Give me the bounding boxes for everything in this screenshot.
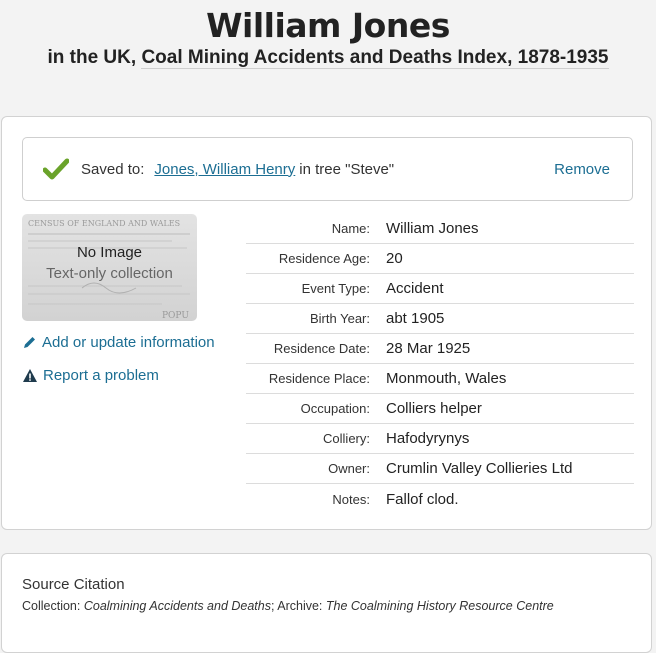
fact-label: Birth Year: xyxy=(310,311,370,326)
saved-tree-text: in tree "Steve" xyxy=(299,160,395,178)
report-problem-link[interactable]: Report a problem xyxy=(22,367,159,384)
fact-label: Owner: xyxy=(328,461,370,476)
source-citation-card: Source Citation Collection: Coalmining A… xyxy=(1,553,652,653)
fact-row-residence-date: Residence Date: 28 Mar 1925 xyxy=(246,334,634,364)
checkmark-icon xyxy=(43,158,69,180)
fact-row-notes: Notes: Fallof clod. xyxy=(246,484,634,514)
fact-value: Accident xyxy=(386,280,444,297)
text-only-label: Text-only collection xyxy=(46,265,173,282)
fact-value: abt 1905 xyxy=(386,310,445,327)
page-header: William Jones in the UK, Coal Mining Acc… xyxy=(0,0,656,70)
page-title: William Jones xyxy=(206,6,450,45)
archive-value: The Coalmining History Resource Centre xyxy=(325,599,554,613)
fact-row-event-type: Event Type: Accident xyxy=(246,274,634,304)
source-citation-title: Source Citation xyxy=(22,576,125,593)
fact-value: 20 xyxy=(386,250,403,267)
add-update-link[interactable]: Add or update information xyxy=(22,334,215,351)
add-update-label: Add or update information xyxy=(42,334,215,351)
page-subtitle: in the UK, Coal Mining Accidents and Dea… xyxy=(0,46,656,70)
subtitle-prefix: in the UK, xyxy=(47,47,142,68)
remove-button[interactable]: Remove xyxy=(554,161,610,178)
fact-row-residence-place: Residence Place: Monmouth, Wales xyxy=(246,364,634,394)
fact-value: Monmouth, Wales xyxy=(386,370,507,387)
fact-label: Residence Date: xyxy=(273,341,370,356)
collection-value: Coalmining Accidents and Deaths xyxy=(83,599,271,613)
record-image-placeholder: CENSUS OF ENGLAND AND WALES POPU No Imag… xyxy=(22,214,197,321)
record-card: Saved to: Jones, William Henry in tree "… xyxy=(1,116,652,530)
warning-icon xyxy=(23,369,37,382)
fact-row-name: Name: William Jones xyxy=(246,214,634,244)
fact-label: Notes: xyxy=(332,491,370,507)
fact-value: Fallof clod. xyxy=(386,490,459,508)
fact-label: Name: xyxy=(331,221,370,236)
fact-label: Residence Place: xyxy=(268,371,370,386)
fact-row-residence-age: Residence Age: 20 xyxy=(246,244,634,274)
census-heading: CENSUS OF ENGLAND AND WALES xyxy=(28,219,180,228)
saved-to-banner: Saved to: Jones, William Henry in tree "… xyxy=(22,137,633,201)
fact-value: 28 Mar 1925 xyxy=(386,340,471,357)
fact-label: Residence Age: xyxy=(278,251,370,266)
source-citation-text: Collection: Coalmining Accidents and Dea… xyxy=(22,599,554,613)
saved-person-link[interactable]: Jones, William Henry xyxy=(154,161,295,178)
fact-label: Event Type: xyxy=(301,281,370,296)
fact-row-birth-year: Birth Year: abt 1905 xyxy=(246,304,634,334)
fact-value: William Jones xyxy=(386,220,479,237)
fact-value: Crumlin Valley Collieries Ltd xyxy=(386,460,573,477)
archive-label: ; Archive: xyxy=(270,599,326,613)
fact-value: Hafodyrynys xyxy=(386,430,470,447)
no-image-label: No Image xyxy=(76,244,143,261)
fact-value: Colliers helper xyxy=(386,400,482,417)
fact-row-owner: Owner: Crumlin Valley Collieries Ltd xyxy=(246,454,634,484)
facts-table: Name: William Jones Residence Age: 20 Even… xyxy=(246,214,634,514)
fact-row-colliery: Colliery: Hafodyrynys xyxy=(246,424,634,454)
saved-to-label: Saved to: xyxy=(81,160,145,178)
fact-label: Occupation: xyxy=(300,401,370,416)
collection-title: Coal Mining Accidents and Deaths Index, … xyxy=(141,47,609,69)
pencil-icon xyxy=(24,337,35,348)
no-image-message: No Image Text-only collection xyxy=(22,242,197,284)
collection-label: Collection: xyxy=(22,599,84,613)
report-problem-label: Report a problem xyxy=(43,367,159,384)
census-corner-text: POPU xyxy=(162,311,189,321)
fact-label: Colliery: xyxy=(323,431,370,446)
fact-row-occupation: Occupation: Colliers helper xyxy=(246,394,634,424)
